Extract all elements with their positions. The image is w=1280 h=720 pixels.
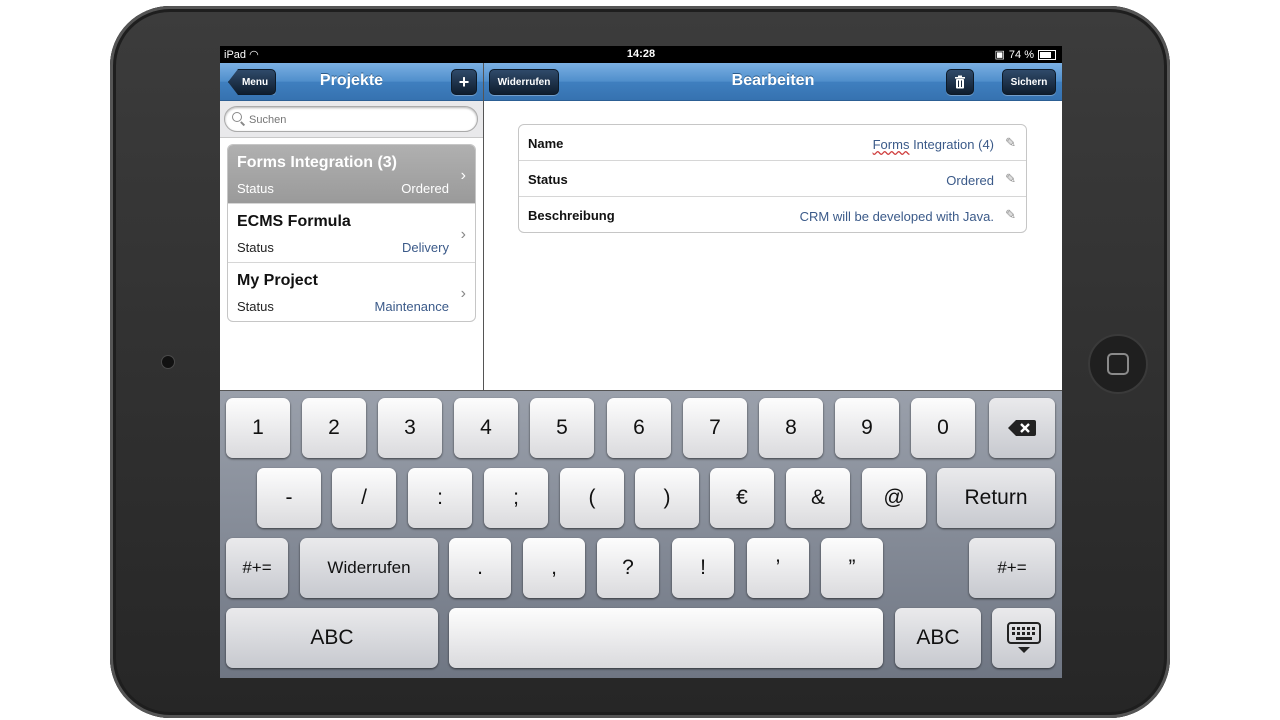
key-apostrophe[interactable]: ’ bbox=[747, 538, 809, 598]
key-comma[interactable]: , bbox=[523, 538, 585, 598]
clock: 14:28 bbox=[626, 48, 656, 60]
key-ampersand[interactable]: & bbox=[786, 468, 850, 528]
key-close-paren[interactable]: ) bbox=[635, 468, 699, 528]
key-9[interactable]: 9 bbox=[835, 398, 899, 458]
key-quote[interactable]: ” bbox=[821, 538, 883, 598]
field-label: Beschreibung bbox=[528, 208, 615, 223]
status-label: Status bbox=[237, 240, 274, 255]
key-period[interactable]: . bbox=[449, 538, 511, 598]
list-item[interactable]: Forms Integration (3) Status Ordered › bbox=[228, 145, 475, 204]
backspace-icon bbox=[1008, 420, 1036, 436]
status-value: Ordered bbox=[401, 181, 449, 196]
list-item[interactable]: My Project Status Maintenance › bbox=[228, 263, 475, 321]
hide-keyboard-key[interactable] bbox=[992, 608, 1055, 668]
undo-key[interactable]: Widerrufen bbox=[300, 538, 438, 598]
key-question[interactable]: ? bbox=[597, 538, 659, 598]
key-5[interactable]: 5 bbox=[530, 398, 594, 458]
key-colon[interactable]: : bbox=[408, 468, 472, 528]
key-1[interactable]: 1 bbox=[226, 398, 290, 458]
detail-title: Bearbeiten bbox=[731, 72, 815, 89]
detail-navbar: Widerrufen Bearbeiten Sichern bbox=[484, 63, 1062, 101]
status-label: Status bbox=[237, 299, 274, 314]
key-2[interactable]: 2 bbox=[302, 398, 366, 458]
project-title: My Project bbox=[237, 272, 318, 289]
backspace-key[interactable] bbox=[989, 398, 1055, 458]
home-square-icon bbox=[1107, 353, 1129, 375]
field-value[interactable]: Ordered bbox=[946, 173, 994, 188]
save-button[interactable]: Sichern bbox=[1002, 69, 1056, 95]
space-key[interactable] bbox=[449, 608, 883, 668]
project-title: ECMS Formula bbox=[237, 213, 351, 230]
list-item[interactable]: ECMS Formula Status Delivery › bbox=[228, 204, 475, 263]
key-4[interactable]: 4 bbox=[454, 398, 518, 458]
status-value: Maintenance bbox=[374, 299, 449, 314]
field-label: Name bbox=[528, 136, 564, 151]
screen-lock-icon: ▣ bbox=[994, 49, 1005, 61]
field-label: Status bbox=[528, 172, 568, 187]
key-slash[interactable]: / bbox=[332, 468, 396, 528]
chevron-right-icon: › bbox=[460, 226, 466, 243]
search-icon bbox=[232, 112, 242, 122]
hide-keyboard-icon bbox=[1006, 622, 1041, 653]
field-value[interactable]: Forms Integration (4) bbox=[873, 137, 994, 152]
key-semicolon[interactable]: ; bbox=[484, 468, 548, 528]
chevron-right-icon: › bbox=[460, 167, 466, 184]
key-euro[interactable]: € bbox=[710, 468, 774, 528]
keyboard: 1 2 3 4 5 6 7 8 9 0 - / : ; ( ) € & @ Re… bbox=[220, 390, 1062, 678]
screen: iPad ◠ 14:28 ▣ 74 % Menu Projekte + Wide… bbox=[220, 46, 1062, 678]
field-row-name[interactable]: Name Forms Integration (4) ✎ bbox=[519, 125, 1026, 161]
project-title: Forms Integration (3) bbox=[237, 154, 398, 171]
search-bar bbox=[220, 101, 483, 138]
status-right: ▣ 74 % bbox=[995, 48, 1056, 61]
master-navbar: Menu Projekte + bbox=[220, 63, 483, 101]
master-title: Projekte bbox=[319, 72, 384, 89]
trash-icon bbox=[955, 75, 965, 89]
key-open-paren[interactable]: ( bbox=[560, 468, 624, 528]
battery-percent: 74 % bbox=[1008, 48, 1034, 61]
key-at[interactable]: @ bbox=[862, 468, 926, 528]
status-bar: iPad ◠ 14:28 ▣ 74 % bbox=[220, 46, 1062, 63]
key-3[interactable]: 3 bbox=[378, 398, 442, 458]
camera-icon bbox=[161, 355, 175, 369]
search-input[interactable] bbox=[247, 110, 471, 130]
pencil-icon: ✎ bbox=[1005, 135, 1016, 150]
field-value-rest: Integration (4) bbox=[909, 137, 994, 152]
add-button[interactable]: + bbox=[451, 69, 477, 95]
status-value: Delivery bbox=[402, 240, 449, 255]
key-hyphen[interactable]: - bbox=[257, 468, 321, 528]
trash-button[interactable] bbox=[946, 69, 974, 95]
key-8[interactable]: 8 bbox=[759, 398, 823, 458]
pencil-icon: ✎ bbox=[1005, 171, 1016, 186]
return-key[interactable]: Return bbox=[937, 468, 1055, 528]
field-row-description[interactable]: Beschreibung CRM will be developed with … bbox=[519, 197, 1026, 232]
search-field[interactable] bbox=[224, 106, 478, 132]
home-button[interactable] bbox=[1088, 334, 1148, 394]
misspelled-word: Forms bbox=[872, 137, 910, 152]
key-exclamation[interactable]: ! bbox=[672, 538, 734, 598]
abc-key-left[interactable]: ABC bbox=[226, 608, 438, 668]
field-row-status[interactable]: Status Ordered ✎ bbox=[519, 161, 1026, 197]
key-6[interactable]: 6 bbox=[607, 398, 671, 458]
key-7[interactable]: 7 bbox=[683, 398, 747, 458]
symbols-key-left[interactable]: #+= bbox=[226, 538, 288, 598]
edit-form: Name Forms Integration (4) ✎ Status Orde… bbox=[518, 124, 1027, 233]
field-value[interactable]: CRM will be developed with Java. bbox=[800, 209, 994, 224]
key-0[interactable]: 0 bbox=[911, 398, 975, 458]
symbols-key-right[interactable]: #+= bbox=[969, 538, 1055, 598]
pencil-icon: ✎ bbox=[1005, 207, 1016, 222]
battery-icon bbox=[1038, 49, 1056, 60]
chevron-right-icon: › bbox=[460, 285, 466, 302]
status-label: Status bbox=[237, 181, 274, 196]
project-list: Forms Integration (3) Status Ordered › E… bbox=[227, 144, 476, 322]
abc-key-right[interactable]: ABC bbox=[895, 608, 981, 668]
